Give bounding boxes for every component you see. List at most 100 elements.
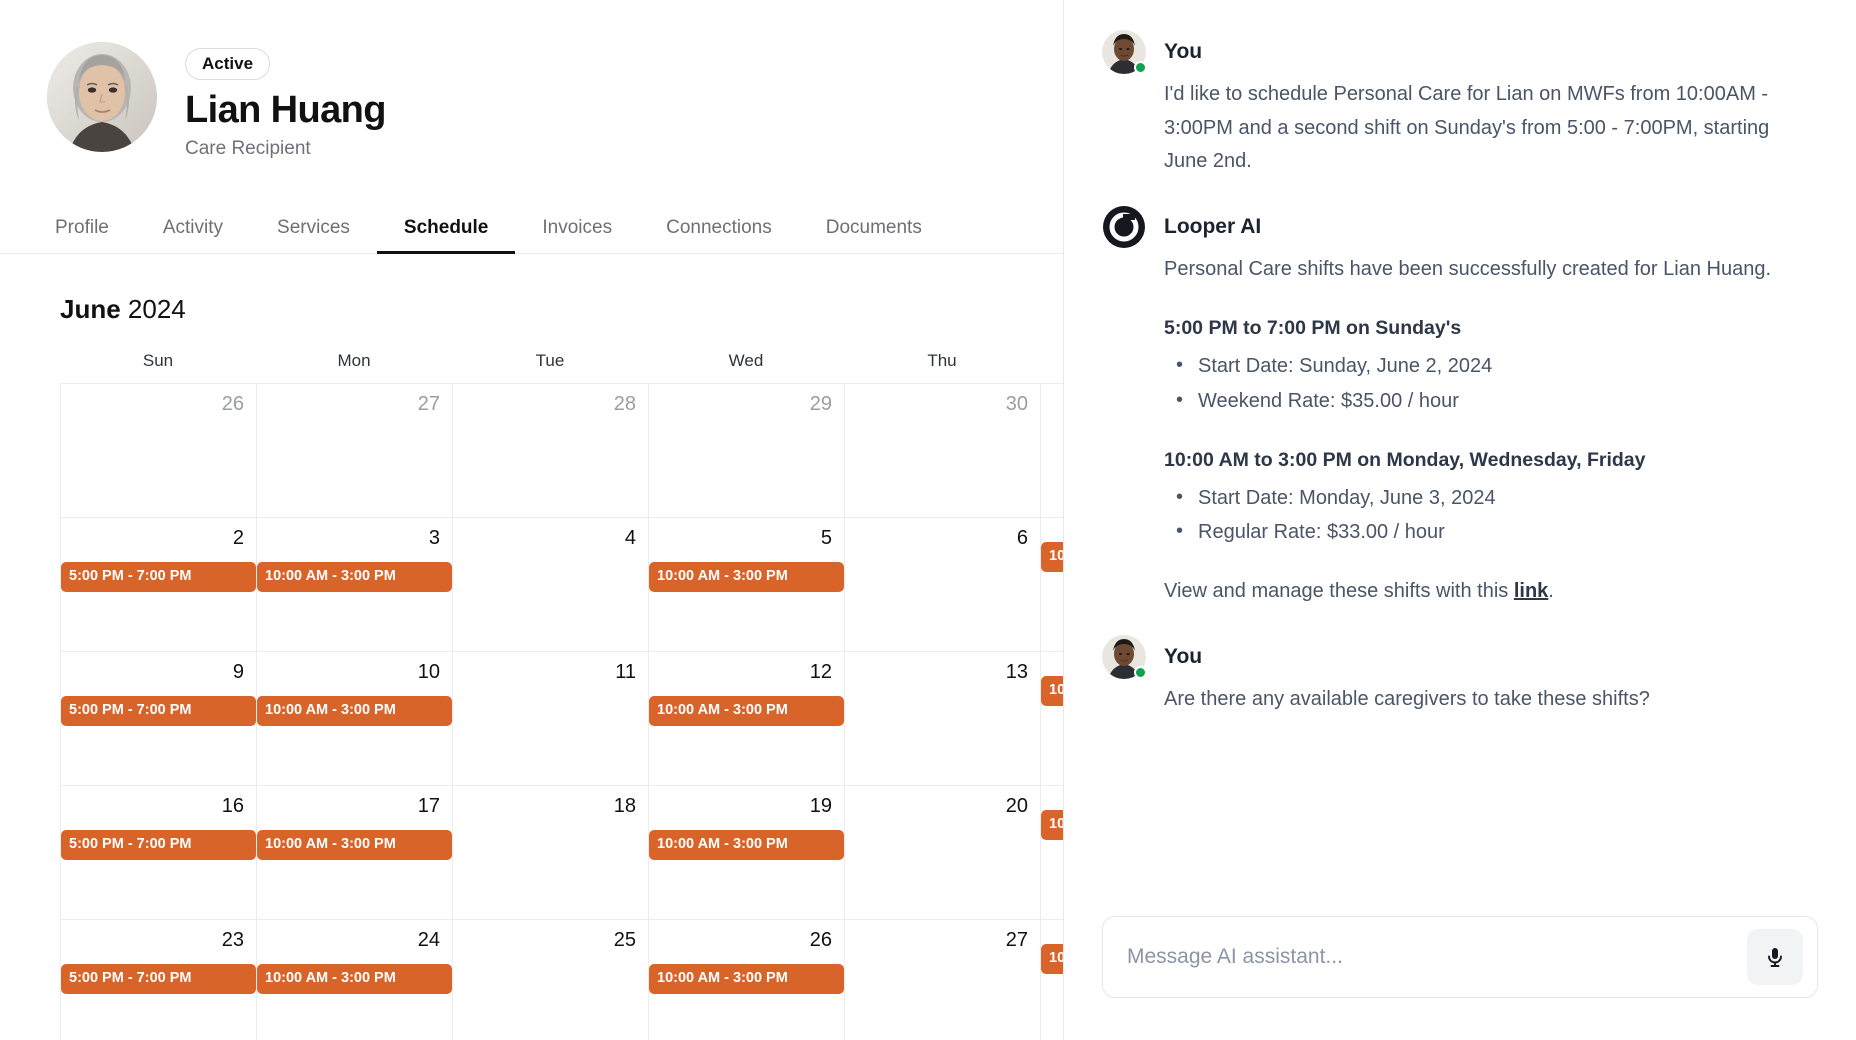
calendar-day-cell[interactable]: 27 bbox=[845, 920, 1041, 1040]
shift-pill[interactable]: 10:00 AM - 3:00 PM bbox=[649, 696, 844, 726]
chat-message-text: I'd like to schedule Personal Care for L… bbox=[1164, 83, 1770, 173]
shift-pill[interactable]: 10:00 AM - 3:00 PM bbox=[257, 830, 452, 860]
calendar-day-cell[interactable]: 24 10:00 AM - 3:00 PM bbox=[257, 920, 453, 1040]
tab-invoices[interactable]: Invoices bbox=[515, 217, 639, 253]
calendar-day-number: 9 bbox=[232, 661, 244, 684]
calendar-day-number: 2 bbox=[232, 527, 244, 550]
chat-message-body: I'd like to schedule Personal Care for L… bbox=[1164, 78, 1784, 179]
message-input[interactable] bbox=[1127, 945, 1747, 969]
calendar-grid: 26 27 28 29 30 2 5:00 PM - 7:00 PM 3 10:00 AM - … bbox=[60, 383, 1063, 1040]
calendar-day-number: 10 bbox=[417, 661, 440, 684]
calendar-day-cell[interactable]: 16 5:00 PM - 7:00 PM bbox=[61, 786, 257, 921]
chat-message-author: Looper AI bbox=[1164, 214, 1262, 238]
chat-message-text: Personal Care shifts have been successfu… bbox=[1164, 257, 1772, 280]
shift-summary-title: 5:00 PM to 7:00 PM on Sunday's bbox=[1164, 317, 1462, 340]
online-status-dot bbox=[1134, 666, 1147, 680]
list-item: Weekend Rate: $35.00 / hour bbox=[1170, 383, 1784, 418]
schedule-calendar: June 2024 SunMonTueWedThuFri 26272829302… bbox=[0, 294, 1063, 1040]
shift-pill[interactable]: 10:00 AM - 3:00 PM bbox=[1041, 944, 1063, 974]
calendar-day-number: 13 bbox=[1005, 661, 1028, 684]
page-title: Lian Huang bbox=[185, 89, 386, 131]
shift-pill[interactable]: 10:00 AM - 3:00 PM bbox=[1041, 542, 1063, 572]
calendar-day-number: 19 bbox=[809, 795, 832, 818]
calendar-day-cell[interactable]: 10:00 AM - 3:00 PM bbox=[1041, 920, 1063, 1040]
tab-documents[interactable]: Documents bbox=[799, 217, 949, 253]
manage-shifts-link[interactable]: link bbox=[1514, 580, 1548, 602]
calendar-year: 2024 bbox=[127, 294, 186, 325]
shift-pill[interactable]: 10:00 AM - 3:00 PM bbox=[649, 562, 844, 592]
shift-pill[interactable]: 5:00 PM - 7:00 PM bbox=[61, 696, 256, 726]
calendar-day-cell[interactable]: 4 bbox=[453, 518, 649, 653]
tab-profile[interactable]: Profile bbox=[47, 217, 136, 253]
calendar-day-cell[interactable]: 13 bbox=[845, 652, 1041, 787]
calendar-day-number: 30 bbox=[1005, 393, 1028, 416]
avatar bbox=[1102, 205, 1146, 249]
shift-pill[interactable]: 10:00 AM - 3:00 PM bbox=[649, 830, 844, 860]
shift-pill[interactable]: 10:00 AM - 3:00 PM bbox=[257, 964, 452, 994]
calendar-day-number: 28 bbox=[613, 393, 636, 416]
shift-summary-block: 5:00 PM to 7:00 PM on Sunday's Start Date… bbox=[1164, 312, 1784, 418]
shift-pill[interactable]: 10:00 AM - 3:00 PM bbox=[1041, 810, 1063, 840]
shift-summary-title: 10:00 AM to 3:00 PM on Monday, Wednesday… bbox=[1164, 448, 1646, 471]
calendar-day-number: 20 bbox=[1005, 795, 1028, 818]
calendar-day-number: 16 bbox=[221, 795, 244, 818]
calendar-day-cell[interactable]: 25 bbox=[453, 920, 649, 1040]
calendar-day-cell[interactable]: 10 10:00 AM - 3:00 PM bbox=[257, 652, 453, 787]
calendar-day-cell[interactable]: 3 10:00 AM - 3:00 PM bbox=[257, 518, 453, 653]
calendar-day-number: 11 bbox=[615, 661, 636, 684]
calendar-day-cell[interactable]: 2 5:00 PM - 7:00 PM bbox=[61, 518, 257, 653]
shift-pill[interactable]: 10:00 AM - 3:00 PM bbox=[649, 964, 844, 994]
calendar-day-cell[interactable]: 9 5:00 PM - 7:00 PM bbox=[61, 652, 257, 787]
avatar bbox=[47, 42, 157, 152]
calendar-day-number: 27 bbox=[417, 393, 440, 416]
calendar-day-cell[interactable] bbox=[1041, 384, 1063, 519]
shift-pill[interactable]: 10:00 AM - 3:00 PM bbox=[257, 562, 452, 592]
calendar-day-cell[interactable]: 10:00 AM - 3:00 PM bbox=[1041, 518, 1063, 653]
chat-message-text: Are there any available caregivers to ta… bbox=[1164, 688, 1650, 711]
calendar-day-cell[interactable]: 10:00 AM - 3:00 PM bbox=[1041, 786, 1063, 921]
chat-message: You Are there any available caregivers to… bbox=[1102, 635, 1818, 717]
shift-pill[interactable]: 10:00 AM - 3:00 PM bbox=[1041, 676, 1063, 706]
message-input-container[interactable] bbox=[1102, 916, 1818, 998]
chat-message-author: You bbox=[1164, 40, 1203, 63]
calendar-day-cell[interactable]: 5 10:00 AM - 3:00 PM bbox=[649, 518, 845, 653]
calendar-day-number: 6 bbox=[1016, 527, 1028, 550]
calendar-day-cell[interactable]: 12 10:00 AM - 3:00 PM bbox=[649, 652, 845, 787]
calendar-day-cell[interactable]: 26 bbox=[61, 384, 257, 519]
tab-activity[interactable]: Activity bbox=[136, 217, 250, 253]
calendar-day-cell[interactable]: 17 10:00 AM - 3:00 PM bbox=[257, 786, 453, 921]
tab-schedule[interactable]: Schedule bbox=[376, 217, 516, 255]
calendar-day-number: 3 bbox=[428, 527, 440, 550]
shift-summary-block: 10:00 AM to 3:00 PM on Monday, Wednesday… bbox=[1164, 444, 1784, 550]
shift-pill[interactable]: 5:00 PM - 7:00 PM bbox=[61, 964, 256, 994]
chat-message-list: You I'd like to schedule Personal Care fo… bbox=[1102, 0, 1818, 916]
avatar bbox=[1102, 635, 1147, 680]
looper-ai-logo-icon bbox=[1103, 205, 1145, 248]
profile-tabs: Profile Activity Services Schedule Invoices C… bbox=[0, 198, 1063, 255]
calendar-day-cell[interactable]: 20 bbox=[845, 786, 1041, 921]
tab-services[interactable]: Services bbox=[250, 217, 377, 253]
calendar-day-cell[interactable]: 11 bbox=[453, 652, 649, 787]
calendar-day-cell[interactable]: 18 bbox=[453, 786, 649, 921]
list-item: Start Date: Monday, June 3, 2024 bbox=[1170, 480, 1784, 515]
shift-pill[interactable]: 5:00 PM - 7:00 PM bbox=[61, 830, 256, 860]
status-badge: Active bbox=[185, 48, 271, 80]
shift-pill[interactable]: 5:00 PM - 7:00 PM bbox=[61, 562, 256, 592]
calendar-day-cell[interactable]: 29 bbox=[649, 384, 845, 519]
calendar-day-number: 24 bbox=[417, 929, 440, 952]
calendar-day-header: Tue bbox=[535, 351, 565, 371]
calendar-day-cell[interactable]: 10:00 AM - 3:00 PM bbox=[1041, 652, 1063, 787]
tab-connections[interactable]: Connections bbox=[639, 217, 799, 253]
calendar-day-cell[interactable]: 26 10:00 AM - 3:00 PM bbox=[649, 920, 845, 1040]
calendar-day-cell[interactable]: 27 bbox=[257, 384, 453, 519]
calendar-day-cell[interactable]: 30 bbox=[845, 384, 1041, 519]
calendar-day-cell[interactable]: 19 10:00 AM - 3:00 PM bbox=[649, 786, 845, 921]
calendar-day-number: 17 bbox=[417, 795, 440, 818]
calendar-day-cell[interactable]: 6 bbox=[845, 518, 1041, 653]
calendar-day-cell[interactable]: 28 bbox=[453, 384, 649, 519]
chat-composer bbox=[1102, 916, 1818, 1040]
profile-header: Active Lian Huang Care Recipient bbox=[0, 0, 1063, 160]
calendar-day-cell[interactable]: 23 5:00 PM - 7:00 PM bbox=[61, 920, 257, 1040]
shift-pill[interactable]: 10:00 AM - 3:00 PM bbox=[257, 696, 452, 726]
microphone-button[interactable] bbox=[1747, 929, 1803, 985]
